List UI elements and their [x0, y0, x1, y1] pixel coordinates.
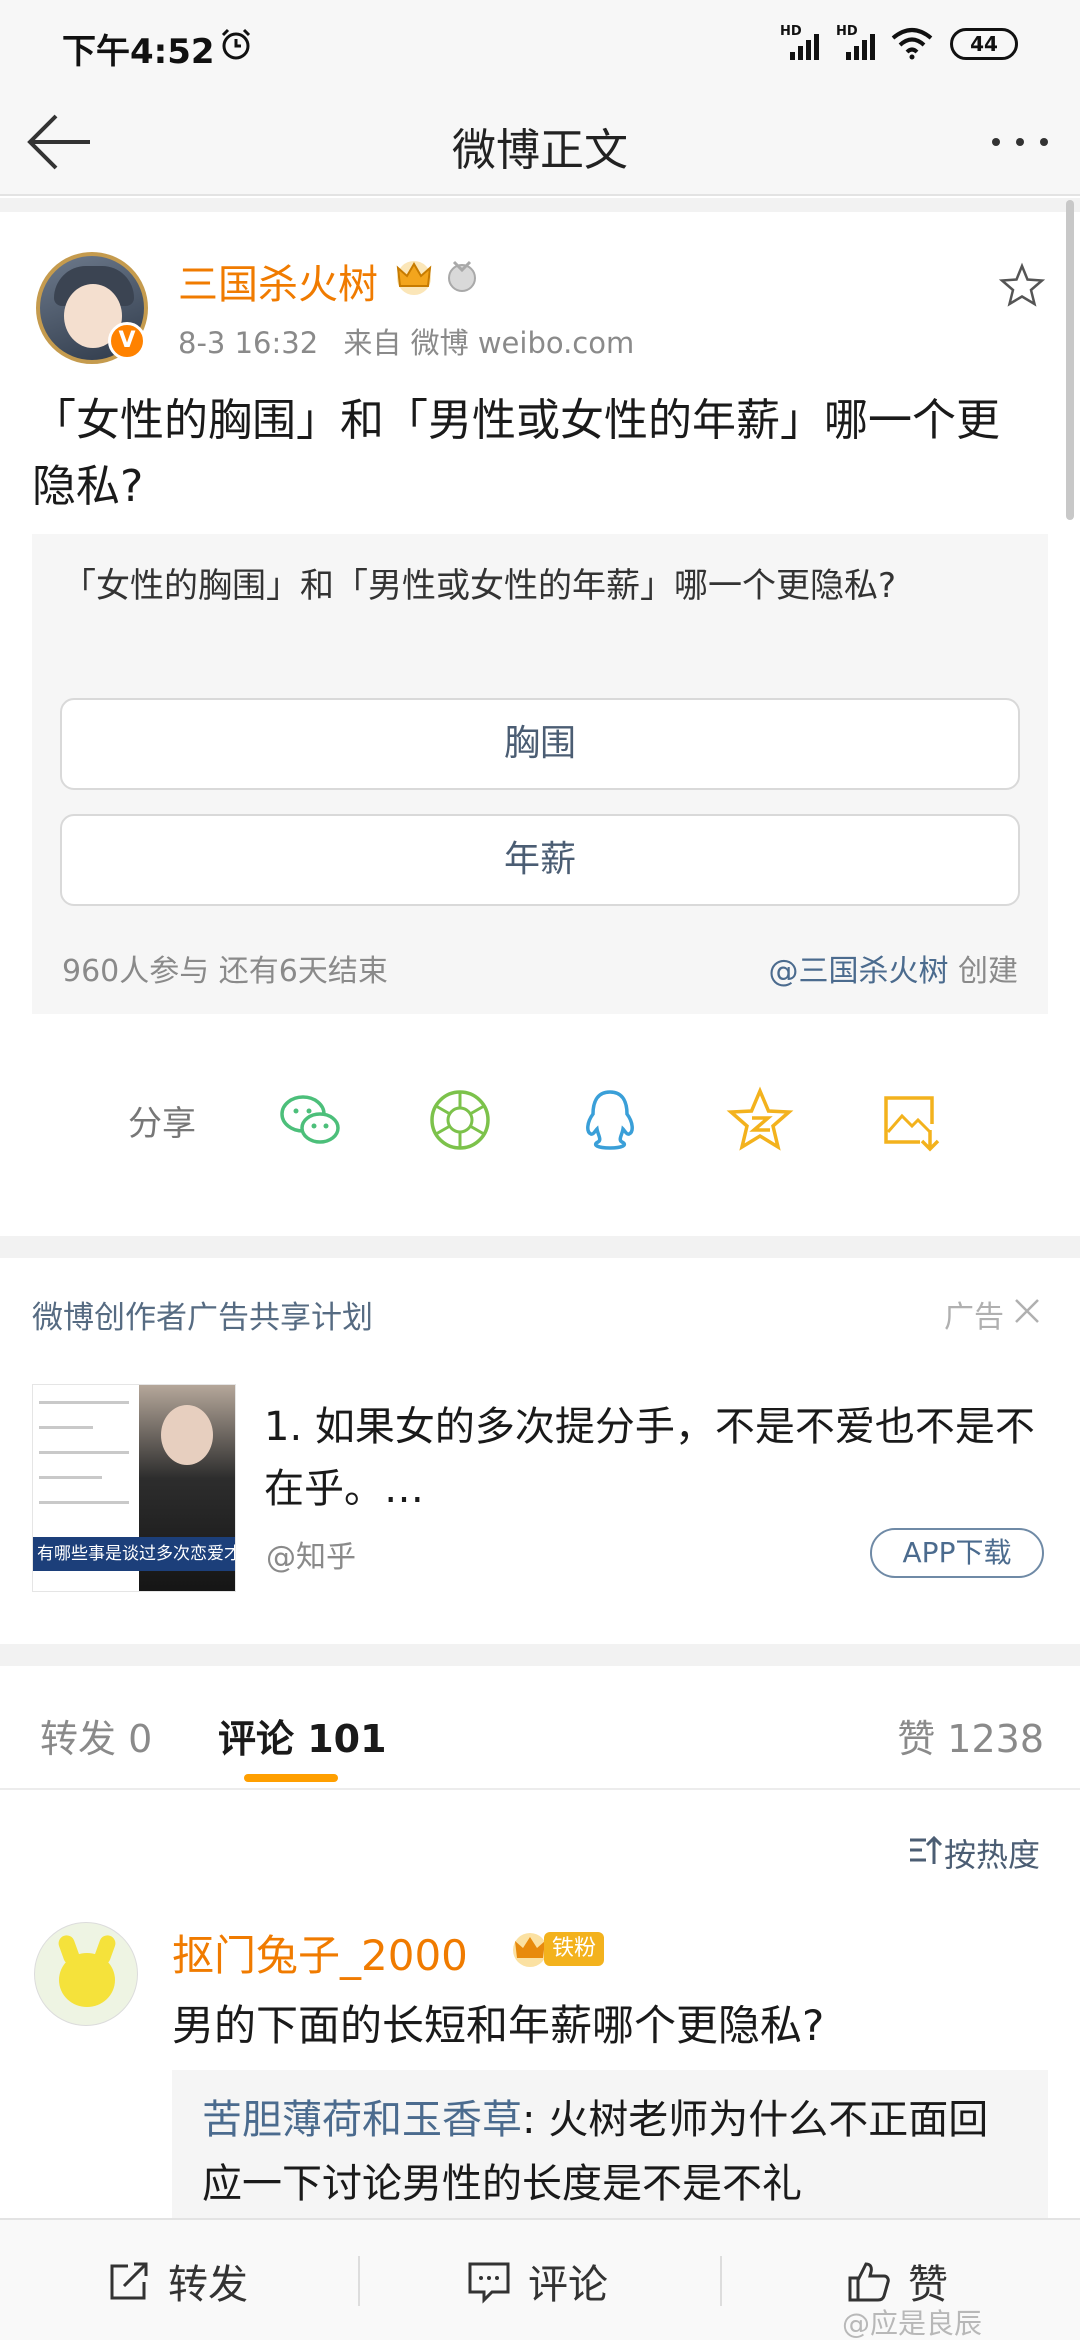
divider [0, 1788, 1080, 1790]
poll-card: 「女性的胸围」和「男性或女性的年薪」哪一个更隐私? 胸围 年薪 960人参与 还… [32, 534, 1048, 1014]
wifi-icon [891, 28, 933, 60]
post-meta: 8-3 16:32 来自 微博 weibo.com [178, 320, 634, 362]
thumbs-up-icon [848, 2262, 890, 2302]
poll-question: 「女性的胸围」和「男性或女性的年薪」哪一个更隐私? [62, 566, 897, 606]
commenter-name[interactable]: 抠门兔子_2000 [172, 1922, 468, 1983]
sort-icon[interactable] [906, 1834, 942, 1868]
tab-likes[interactable]: 赞 1238 [897, 1708, 1044, 1763]
more-options-icon[interactable] [988, 122, 1052, 162]
divider [0, 1236, 1080, 1258]
comment-icon [468, 2262, 510, 2304]
reply-text: 苦胆薄荷和玉香草: 火树老师为什么不正面回应一下讨论男性的长度是不是不礼 [202, 2097, 989, 2207]
share-label: 分享 [128, 1104, 196, 1144]
ad-thumbnail-caption: 有哪些事是谈过多次恋爱才明 [33, 1537, 235, 1571]
divider [0, 1644, 1080, 1666]
post-time: 8-3 16:32 [178, 326, 319, 360]
signal-2-icon: HD [836, 24, 880, 60]
divider [0, 198, 1080, 212]
tab-reposts[interactable]: 转发 0 [40, 1708, 152, 1763]
status-time: 下午4:52 [62, 32, 215, 72]
tab-comments[interactable]: 评论 101 [218, 1708, 387, 1763]
commenter-avatar[interactable] [34, 1922, 138, 2026]
repost-icon [110, 2262, 148, 2300]
ad-source: @知乎 [266, 1540, 356, 1575]
signal-1-icon: HD [780, 24, 824, 60]
save-image-icon[interactable] [876, 1086, 944, 1154]
ad-title[interactable]: 微博创作者广告共享计划 [32, 1292, 373, 1337]
app-download-button[interactable]: APP下载 [870, 1528, 1044, 1578]
poll-creator: @三国杀火树 创建 [768, 954, 1018, 989]
author-name[interactable]: 三国杀火树 [178, 252, 378, 310]
battery-indicator: 44 [950, 28, 1018, 60]
medal-icon [448, 260, 476, 292]
crown-icon [396, 261, 432, 295]
moments-icon[interactable] [426, 1086, 494, 1154]
verified-badge-icon: V [108, 322, 146, 360]
comment-label: 评论 [528, 2262, 608, 2308]
close-icon[interactable] [1010, 1294, 1044, 1328]
ad-thumbnail[interactable]: 有哪些事是谈过多次恋爱才明 [32, 1384, 236, 1592]
fan-badge-label: 铁粉 [544, 1932, 605, 1966]
wechat-icon[interactable] [276, 1086, 344, 1154]
fan-badge: 铁粉 [510, 1928, 605, 1970]
ad-label: 广告 [944, 1300, 1004, 1335]
divider [358, 2256, 360, 2306]
repost-label: 转发 [168, 2262, 248, 2308]
alarm-icon [221, 28, 251, 60]
page-title: 微博正文 [452, 125, 628, 176]
post-source: 来自 微博 weibo.com [343, 326, 635, 360]
comment-text: 男的下面的长短和年薪哪个更隐私? [172, 2001, 825, 2050]
comment-button[interactable]: 评论 [466, 2256, 608, 2308]
active-tab-indicator [244, 1774, 338, 1782]
like-button[interactable]: 赞 [846, 2256, 948, 2308]
status-bar: 下午4:52 HD HD 44 [0, 0, 1080, 88]
watermark: @应是良辰 [842, 2307, 983, 2340]
poll-stats: 960人参与 还有6天结束 [62, 954, 388, 989]
post-text: 「女性的胸围」和「男性或女性的年薪」哪一个更隐私? [32, 395, 1000, 512]
scrollbar[interactable] [1066, 200, 1074, 520]
qq-icon[interactable] [576, 1086, 644, 1154]
poll-option-bust[interactable]: 胸围 [60, 698, 1020, 790]
ad-text[interactable]: 1. 如果女的多次提分手，不是不爱也不是不在乎。… [264, 1396, 1054, 1520]
repost-button[interactable]: 转发 [106, 2256, 248, 2308]
reply-author[interactable]: 苦胆薄荷和玉香草 [202, 2097, 522, 2143]
qzone-icon[interactable] [726, 1086, 794, 1154]
sort-by-hot-button[interactable]: 按热度 [944, 1830, 1040, 1876]
divider [720, 2256, 722, 2306]
poll-creator-link[interactable]: @三国杀火树 [768, 954, 948, 989]
nav-bar: 微博正文 [0, 88, 1080, 196]
poll-option-salary[interactable]: 年薪 [60, 814, 1020, 906]
favorite-star-icon[interactable] [998, 262, 1046, 310]
